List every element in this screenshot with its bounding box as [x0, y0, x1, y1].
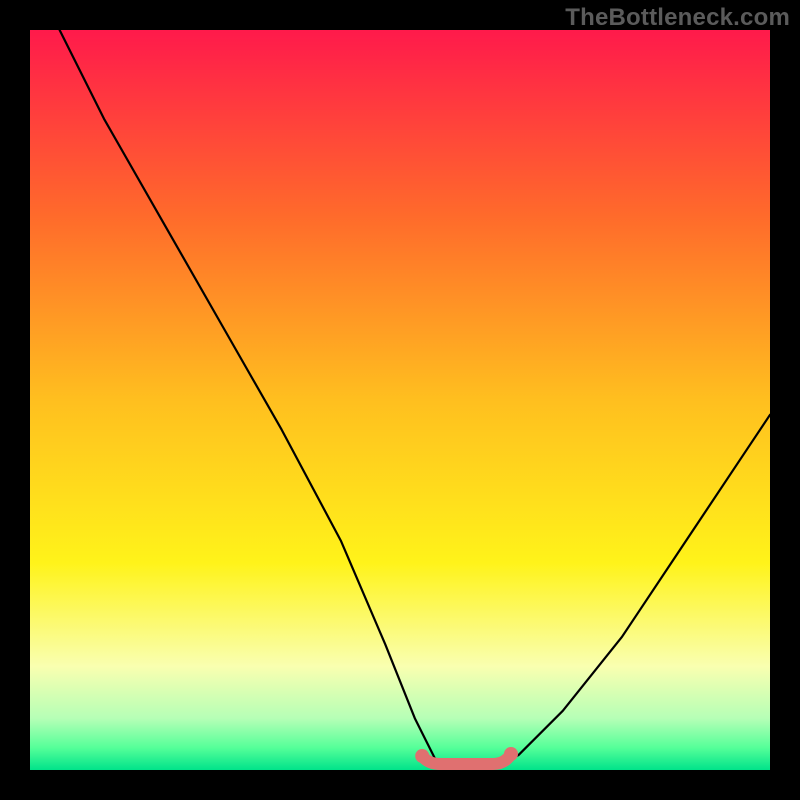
chart-frame: TheBottleneck.com: [0, 0, 800, 800]
tolerance-endpoint: [415, 749, 429, 763]
heat-gradient-bg: [30, 30, 770, 770]
tolerance-endpoint: [504, 747, 518, 761]
plot-area: [30, 30, 770, 770]
chart-svg: [30, 30, 770, 770]
watermark-text: TheBottleneck.com: [565, 4, 790, 32]
